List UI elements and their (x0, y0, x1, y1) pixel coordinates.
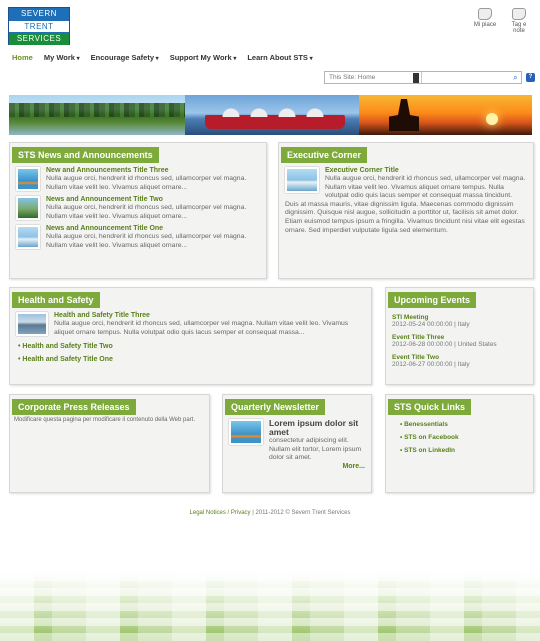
page-footer: Legal Notices / Privacy | 2011-2012 © Se… (0, 510, 540, 516)
search-scope-field[interactable] (325, 74, 413, 81)
health-item[interactable]: Health and Safety Title Three Nulla augu… (16, 312, 365, 337)
nav-support-my-work[interactable]: Support My Work (170, 53, 237, 62)
news-item-body: Nulla augue orci, hendrerit id rhoncus s… (46, 233, 247, 249)
header-banner (9, 95, 532, 135)
like-icon (478, 8, 492, 20)
event-date: 2012-06-28 00:00:00 | United States (392, 341, 497, 348)
banner-forest-image (9, 95, 185, 135)
news-item-title[interactable]: News and Announcement Title One (46, 225, 260, 232)
legal-link[interactable]: Legal Notices / Privacy (190, 510, 251, 516)
health-thumbnail (16, 312, 48, 336)
nav-my-work[interactable]: My Work (44, 53, 80, 62)
help-icon[interactable]: ? (526, 73, 535, 82)
event-title[interactable]: Event Title Two (392, 354, 533, 361)
quicklinks-panel: STS Quick Links Benessentials STS on Fac… (385, 394, 534, 493)
quicklink-item[interactable]: Benessentials (400, 421, 533, 428)
newsletter-item: Lorem ipsum dolor sit amet consectetur a… (229, 419, 365, 463)
event-item[interactable]: Event Title Three 2012-06-28 00:00:00 | … (392, 334, 533, 348)
search-input[interactable] (421, 72, 510, 83)
event-title[interactable]: Event Title Three (392, 334, 533, 341)
executive-panel: Executive Corner Executive Corner Title … (278, 142, 534, 279)
top-navigation: Home My Work Encourage Safety Support My… (12, 53, 313, 62)
quicklink-item[interactable]: STS on Facebook (400, 434, 533, 441)
news-item-title[interactable]: News and Announcement Title Two (46, 196, 260, 203)
quicklinks-title: STS Quick Links (388, 399, 472, 415)
company-logo[interactable]: SEVERN TRENT SERVICES (8, 7, 70, 45)
news-title: STS News and Announcements (12, 147, 159, 163)
like-label: Mi piace (473, 22, 497, 28)
exec-thumbnail (285, 167, 319, 193)
search-icon[interactable]: ⌕ (510, 72, 521, 83)
health-title: Health and Safety (12, 292, 100, 308)
press-panel: Corporate Press Releases Modificare ques… (9, 394, 210, 493)
news-item[interactable]: New and Announcements Title Three Nulla … (16, 167, 260, 192)
more-link[interactable]: More... (342, 463, 365, 470)
newsletter-lead: consectetur adipiscing elit. (269, 437, 349, 444)
newsletter-headline: Lorem ipsum dolor sit amet (269, 418, 359, 437)
event-item[interactable]: Event Title Two 2012-06-27 00:00:00 | It… (392, 354, 533, 368)
news-item[interactable]: News and Announcement Title One Nulla au… (16, 225, 260, 250)
news-item-body: Nulla augue orci, hendrerit id rhoncus s… (46, 175, 247, 191)
banner-ship-image (185, 95, 359, 135)
copyright-text: | 2011-2012 © Severn Trent Services (250, 510, 351, 516)
events-panel: Upcoming Events STI Meeting 2012-05-24 0… (385, 287, 534, 385)
news-item-body: Nulla augue orci, hendrerit id rhoncus s… (46, 204, 247, 220)
logo-line-3: SERVICES (9, 32, 69, 45)
health-link[interactable]: Health and Safety Title One (18, 356, 371, 363)
quicklink-item[interactable]: STS on LinkedIn (400, 447, 533, 454)
tag-icon (512, 8, 526, 20)
like-button[interactable]: Mi piace (472, 8, 498, 34)
nav-encourage-safety[interactable]: Encourage Safety (91, 53, 159, 62)
newsletter-thumbnail (229, 419, 263, 445)
news-panel: STS News and Announcements New and Annou… (9, 142, 267, 279)
health-link[interactable]: Health and Safety Title Two (18, 343, 371, 350)
event-date: 2012-05-24 00:00:00 | Italy (392, 321, 470, 328)
news-thumbnail (16, 196, 40, 221)
decorative-mosaic (0, 571, 540, 641)
news-thumbnail (16, 167, 40, 191)
scope-dropdown-icon[interactable] (413, 72, 419, 83)
health-item-title[interactable]: Health and Safety Title Three (54, 312, 365, 319)
social-actions: Mi piace Tag e note (472, 8, 532, 34)
exec-title: Executive Corner (281, 147, 368, 163)
newsletter-panel: Quarterly Newsletter Lorem ipsum dolor s… (222, 394, 372, 493)
exec-item-title[interactable]: Executive Corner Title (285, 167, 527, 174)
health-item-body: Nulla augue orci, hendrerit id rhoncus s… (54, 320, 349, 336)
tags-notes-label: Tag e note (511, 22, 527, 34)
newsletter-title: Quarterly Newsletter (225, 399, 326, 415)
tags-notes-button[interactable]: Tag e note (506, 8, 532, 34)
health-panel: Health and Safety Health and Safety Titl… (9, 287, 372, 385)
site-search: ⌕ (324, 71, 522, 84)
exec-item-body: Nulla augue orci, hendrerit id rhoncus s… (285, 175, 526, 234)
events-title: Upcoming Events (388, 292, 477, 308)
nav-learn-about-sts[interactable]: Learn About STS (247, 53, 312, 62)
news-item-title[interactable]: New and Announcements Title Three (46, 167, 260, 174)
exec-item: Executive Corner Title Nulla augue orci,… (285, 167, 527, 235)
banner-sunset-image (359, 95, 532, 135)
newsletter-body: Nullam elit tortor, Lorem ipsum dolor si… (269, 445, 362, 462)
nav-home[interactable]: Home (12, 53, 33, 62)
news-item[interactable]: News and Announcement Title Two Nulla au… (16, 196, 260, 221)
event-item[interactable]: STI Meeting 2012-05-24 00:00:00 | Italy (392, 314, 533, 328)
event-date: 2012-06-27 00:00:00 | Italy (392, 361, 470, 368)
press-title: Corporate Press Releases (12, 399, 136, 415)
logo-line-1: SEVERN (9, 8, 69, 21)
news-thumbnail (16, 225, 40, 250)
press-body: Modificare questa pagina per modificare … (14, 417, 195, 423)
logo-line-2: TRENT (9, 20, 69, 33)
event-title[interactable]: STI Meeting (392, 314, 533, 321)
